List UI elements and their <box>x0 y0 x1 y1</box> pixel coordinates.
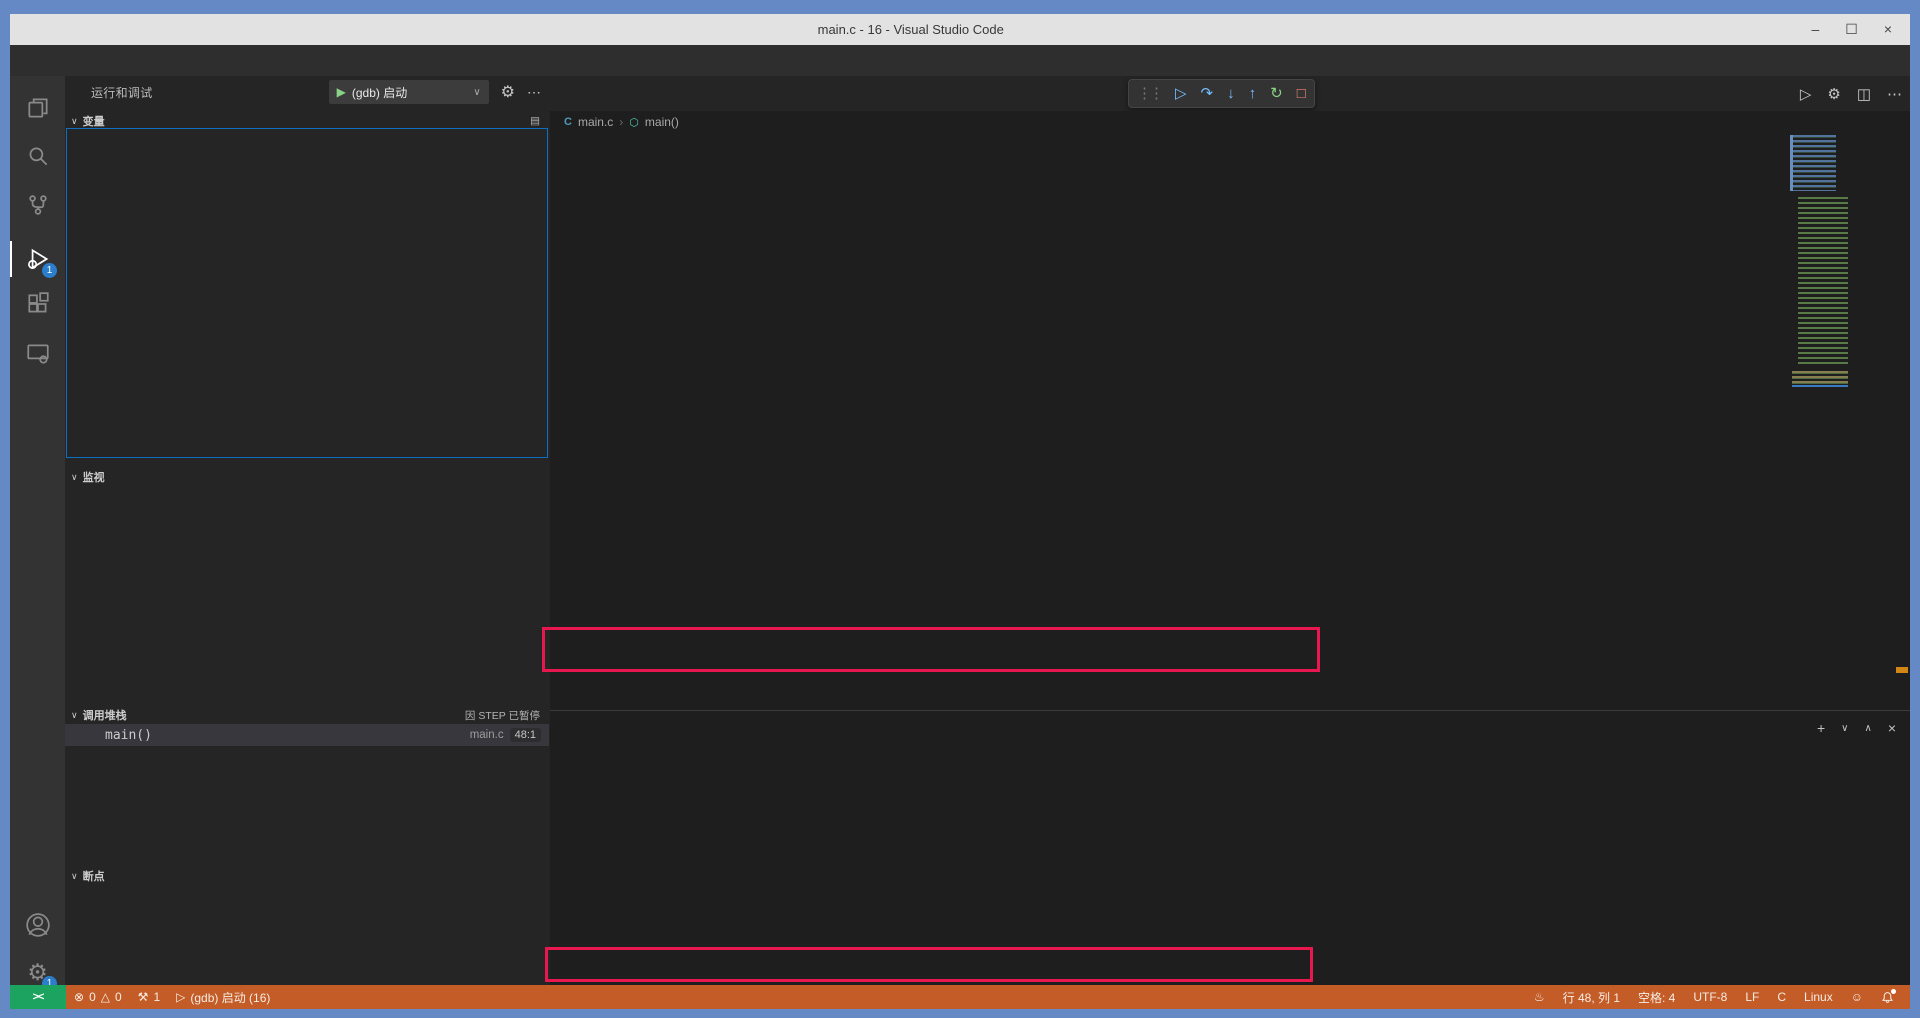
flame-icon[interactable]: ♨ <box>1534 990 1545 1004</box>
os-indicator[interactable]: Linux <box>1804 990 1833 1004</box>
chevron-right-icon: › <box>619 115 623 129</box>
launch-config-label: (gdb) 启动 <box>352 84 467 101</box>
variables-panel-icon[interactable]: ▤ <box>530 115 540 127</box>
panel-tab-bar <box>550 711 1910 745</box>
sidebar-title: 运行和调试 <box>91 84 153 101</box>
remote-indicator[interactable]: >< <box>10 985 66 1009</box>
bottom-panel: + ∨ ∧ × <box>550 710 1910 985</box>
start-debug-icon[interactable]: ▶ <box>337 85 346 99</box>
extensions-icon[interactable] <box>10 280 65 328</box>
scrollbar-current-line-marker <box>1896 667 1908 673</box>
debug-session-status[interactable]: ▷ (gdb) 启动 (16) <box>168 985 278 1009</box>
step-out-button[interactable]: ↑ <box>1249 86 1257 101</box>
notifications-bell-icon[interactable] <box>1881 991 1894 1004</box>
restart-button[interactable]: ↻ <box>1270 86 1283 101</box>
paused-reason-badge: 因 STEP 已暂停 <box>465 708 540 723</box>
drag-handle-icon[interactable]: ⋮⋮ <box>1137 86 1161 101</box>
error-icon: ⊗ <box>74 990 84 1004</box>
close-panel-icon[interactable]: × <box>1888 720 1896 736</box>
step-into-button[interactable]: ↓ <box>1227 86 1235 101</box>
search-icon[interactable] <box>10 132 65 180</box>
watch-section-header[interactable]: ∨监视 <box>65 468 550 486</box>
menu-bar <box>10 45 1910 76</box>
remote-explorer-icon[interactable] <box>10 329 65 377</box>
tools-icon: ⚒ <box>138 990 149 1004</box>
stop-button[interactable]: □ <box>1297 86 1306 101</box>
call-stack-section-header[interactable]: ∨调用堆栈 因 STEP 已暂停 <box>65 706 550 724</box>
stack-frame-name: main() <box>105 728 152 743</box>
editor-gear-icon[interactable]: ⚙ <box>1827 85 1840 103</box>
eol-status[interactable]: LF <box>1745 990 1759 1004</box>
indentation-status[interactable]: 空格: 4 <box>1638 989 1675 1006</box>
minimap[interactable] <box>1790 135 1852 395</box>
debug-toolbar: ⋮⋮ ▷ ↷ ↓ ↑ ↻ □ <box>1128 79 1315 108</box>
encoding-status[interactable]: UTF-8 <box>1693 990 1727 1004</box>
more-actions-icon[interactable]: ⋯ <box>1887 85 1902 103</box>
stack-frame-position: 48:1 <box>510 728 541 742</box>
explorer-icon[interactable] <box>10 84 65 132</box>
warning-icon: △ <box>101 990 110 1004</box>
language-mode[interactable]: C <box>1777 990 1786 1004</box>
breadcrumb-file[interactable]: main.c <box>578 115 613 129</box>
title-bar: main.c - 16 - Visual Studio Code – ☐ × <box>10 14 1910 45</box>
settings-gear-icon[interactable]: ⚙ 1 <box>10 948 65 985</box>
split-editor-icon[interactable]: ◫ <box>1857 85 1871 103</box>
maximize-panel-icon[interactable]: ∧ <box>1864 723 1871 734</box>
breadcrumb-symbol[interactable]: main() <box>645 115 679 129</box>
annotation-box-code <box>542 627 1320 672</box>
cursor-position[interactable]: 行 48, 列 1 <box>1563 989 1620 1006</box>
debug-more-actions-icon[interactable]: ⋯ <box>527 84 542 101</box>
account-icon[interactable] <box>10 901 65 949</box>
c-file-icon: C <box>564 116 572 128</box>
annotation-box-terminal <box>545 947 1313 982</box>
launch-config-dropdown[interactable]: ▶ (gdb) 启动 ∨ <box>329 80 489 104</box>
run-debug-icon[interactable]: 1 <box>10 235 65 283</box>
breakpoints-section-header[interactable]: ∨断点 <box>65 867 550 885</box>
stack-frame-file: main.c <box>470 729 504 741</box>
problems-status[interactable]: ⊗ 0 △ 0 <box>66 985 130 1009</box>
debug-badge: 1 <box>42 263 57 278</box>
window-frame: main.c - 16 - Visual Studio Code – ☐ × 1 <box>0 0 1920 1018</box>
maximize-button[interactable]: ☐ <box>1845 21 1858 38</box>
source-control-icon[interactable] <box>10 181 65 229</box>
workbench: 1 ⚙ 1 运行和调试 ▶ (gdb) 启动 ∨ <box>10 76 1910 985</box>
close-button[interactable]: × <box>1884 21 1892 38</box>
breadcrumb[interactable]: C main.c › ⬡ main() <box>550 111 1910 133</box>
debug-settings-gear-icon[interactable]: ⚙ <box>501 82 515 102</box>
window-title: main.c - 16 - Visual Studio Code <box>10 22 1811 37</box>
editor-group: ⋮⋮ ▷ ↷ ↓ ↑ ↻ □ ▷ ⚙ ◫ ⋯ C main.c › ⬡ main… <box>550 76 1910 985</box>
code-area[interactable] <box>550 133 1910 710</box>
debug-sidebar: 运行和调试 ▶ (gdb) 启动 ∨ ⚙ ⋯ ∨变量 ▤ ∨监视 ∨调用堆栈 因… <box>65 76 550 985</box>
variables-tree <box>66 128 548 458</box>
stack-frame-row[interactable]: main() main.c 48:1 <box>65 724 549 746</box>
chevron-down-icon: ∨ <box>473 87 480 98</box>
terminal-dropdown-icon[interactable]: ∨ <box>1841 723 1848 734</box>
symbol-icon: ⬡ <box>629 116 639 129</box>
debug-play-icon: ▷ <box>176 990 185 1004</box>
activity-bar: 1 ⚙ 1 <box>10 76 65 985</box>
run-or-debug-icon[interactable]: ▷ <box>1800 85 1812 103</box>
tasks-status[interactable]: ⚒ 1 <box>130 985 168 1009</box>
step-over-button[interactable]: ↷ <box>1201 86 1214 101</box>
minimize-button[interactable]: – <box>1811 21 1819 38</box>
feedback-icon[interactable]: ☺ <box>1851 990 1863 1004</box>
settings-badge: 1 <box>42 976 57 985</box>
status-bar: >< ⊗ 0 △ 0 ⚒ 1 ▷ (gdb) 启动 (16) ♨ 行 48, 列… <box>10 985 1910 1009</box>
continue-button[interactable]: ▷ <box>1175 86 1187 101</box>
new-terminal-icon[interactable]: + <box>1817 720 1825 736</box>
